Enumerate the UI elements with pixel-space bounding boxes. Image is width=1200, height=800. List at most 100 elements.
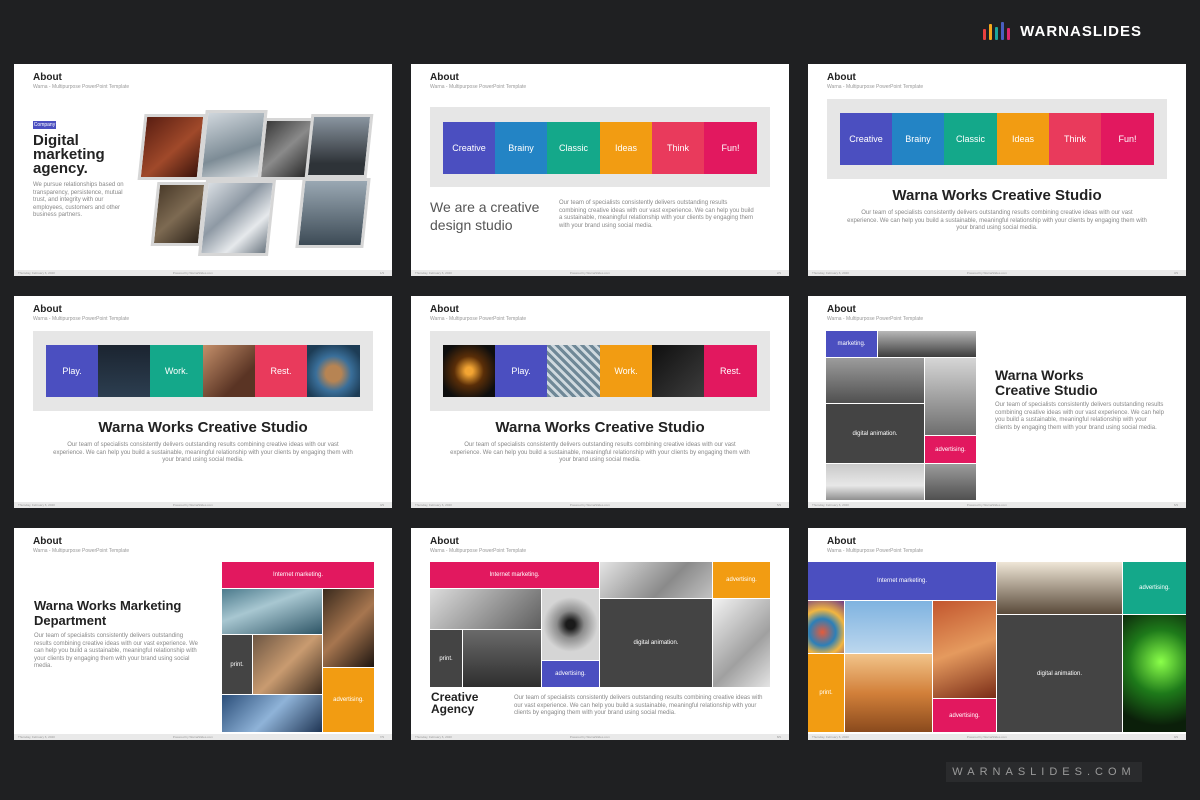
tile-fun: Fun! <box>1101 113 1154 165</box>
photo-landscape <box>295 178 371 248</box>
slide-footer: Thursday, February 6, 2020 Powered by War… <box>14 734 392 740</box>
slide-subtitle: Warna - Multipurpose PowerPoint Template <box>430 316 527 322</box>
tile-internet-marketing: Internet marketing. <box>430 562 599 588</box>
tile-work: Work. <box>150 345 203 397</box>
photo-book <box>600 562 712 598</box>
tile-digital-animation: digital animation. <box>997 615 1122 732</box>
photo-hand-silhouette <box>997 562 1122 614</box>
tile-advertising-2: advertising. <box>542 661 599 687</box>
slide-footer: Thursday, February 6, 2020 Powered by War… <box>411 502 789 508</box>
photo-tree <box>925 464 976 500</box>
tile-classic: Classic <box>944 113 997 165</box>
tile-classic: Classic <box>547 122 600 174</box>
photo-man-window <box>925 358 976 435</box>
slide-2[interactable]: About Warna - Multipurpose PowerPoint Te… <box>411 64 789 276</box>
slide-heading: Creative Agency <box>431 690 479 716</box>
tile-play: Play. <box>495 345 547 397</box>
tile-digital-animation: digital animation. <box>600 599 712 687</box>
slide-title: About <box>33 304 62 315</box>
tile-print: print. <box>222 635 252 694</box>
photo-balloon <box>826 464 924 500</box>
slide-6[interactable]: About Warna - Multipurpose PowerPoint Te… <box>808 296 1186 508</box>
tile-work: Work. <box>600 345 652 397</box>
slide-title: About <box>827 536 856 547</box>
photo-neon <box>443 345 495 397</box>
photo-wood <box>137 114 207 180</box>
photo-city <box>222 589 322 634</box>
slide-text: Our team of specialists consistently del… <box>53 442 353 463</box>
slide-text: Our team of specialists consistently del… <box>450 442 750 463</box>
photo-coffee-cup <box>307 345 360 397</box>
photo-coffee <box>198 110 268 180</box>
tile-rest: Rest. <box>704 345 757 397</box>
tile-advertising-2: advertising. <box>933 699 996 732</box>
slide-text: We pursue relationships based on transpa… <box>33 182 124 218</box>
tile-marketing: marketing. <box>826 331 877 357</box>
tile-ideas: Ideas <box>997 113 1049 165</box>
photo-misty-hills <box>878 331 976 357</box>
slide-title: About <box>430 536 459 547</box>
slide-subtitle: Warna - Multipurpose PowerPoint Template <box>430 84 527 90</box>
tile-digital-animation: digital animation. <box>826 404 924 463</box>
photo-plant <box>150 182 208 246</box>
slide-heading: Warna Works Creative Studio <box>892 187 1102 204</box>
slide-text: Our team of specialists consistently del… <box>34 633 198 669</box>
photo-concert <box>1123 615 1186 732</box>
slide-title: About <box>827 304 856 315</box>
slide-5[interactable]: About Warna - Multipurpose PowerPoint Te… <box>411 296 789 508</box>
slide-footer: Thursday, February 6, 2020 Powered by War… <box>411 734 789 740</box>
slide-9[interactable]: About Warna - Multipurpose PowerPoint Te… <box>808 528 1186 740</box>
photo-suit <box>463 630 541 687</box>
tile-print: print. <box>808 654 844 732</box>
slide-title: About <box>827 72 856 83</box>
photo-kites <box>845 601 932 653</box>
slide-text: Our team of specialists consistently del… <box>847 210 1147 231</box>
tile-internet-marketing: Internet marketing. <box>222 562 374 588</box>
slide-subtitle: Warna - Multipurpose PowerPoint Template <box>827 316 924 322</box>
photo-man <box>253 635 322 694</box>
slide-footer: Thursday, February 6, 2020 Powered by War… <box>14 502 392 508</box>
photo-fence <box>547 345 600 397</box>
slide-title: About <box>430 304 459 315</box>
slide-footer: Thursday, February 6, 2020 Powered by War… <box>411 270 789 276</box>
photo-code <box>98 345 150 397</box>
photo-telephone <box>713 599 770 687</box>
photo-carnival <box>808 601 844 653</box>
slide-heading: We are a creative design studio <box>430 199 540 233</box>
slide-8[interactable]: About Warna - Multipurpose PowerPoint Te… <box>411 528 789 740</box>
slide-heading: Warna Works Creative Studio <box>495 419 705 436</box>
slide-subtitle: Warna - Multipurpose PowerPoint Template <box>827 84 924 90</box>
slide-7[interactable]: About Warna - Multipurpose PowerPoint Te… <box>14 528 392 740</box>
slide-4[interactable]: About Warna - Multipurpose PowerPoint Te… <box>14 296 392 508</box>
slide-heading: Digital marketing agency. <box>33 132 105 177</box>
tile-fun: Fun! <box>704 122 757 174</box>
photo-cliffs <box>826 358 924 403</box>
slide-footer: Thursday, February 6, 2020 Powered by War… <box>14 270 392 276</box>
slide-text: Our team of specialists consistently del… <box>559 200 754 229</box>
brand-name: WARNASLIDES <box>1020 22 1142 40</box>
slide-text: Our team of specialists consistently del… <box>995 402 1164 431</box>
tile-play: Play. <box>46 345 98 397</box>
slide-1[interactable]: About Warna - Multipurpose PowerPoint Te… <box>14 64 392 276</box>
tile-rest: Rest. <box>255 345 307 397</box>
tile-brainy: Brainy <box>892 113 944 165</box>
slide-heading: Warna Works Creative Studio <box>995 367 1098 398</box>
slide-subtitle: Warna - Multipurpose PowerPoint Template <box>827 548 924 554</box>
slide-subtitle: Warna - Multipurpose PowerPoint Template <box>33 316 130 322</box>
footer-url: WARNASLIDES.COM <box>946 762 1142 782</box>
tile-creative: Creative <box>443 122 495 174</box>
tile-internet-marketing: Internet marketing. <box>808 562 996 600</box>
slide-title: About <box>430 72 459 83</box>
brand-bars-icon <box>983 22 1011 40</box>
tile-print: print. <box>430 630 462 687</box>
slide-3[interactable]: About Warna - Multipurpose PowerPoint Te… <box>808 64 1186 276</box>
photo-desert <box>845 654 932 732</box>
slide-heading: Warna Works Marketing Department <box>34 598 182 628</box>
slide-subtitle: Warna - Multipurpose PowerPoint Template <box>33 548 130 554</box>
photo-dark <box>652 345 704 397</box>
photo-keyboard <box>430 589 541 629</box>
slide-footer: Thursday, February 6, 2020 Powered by War… <box>808 734 1186 740</box>
photo-eye <box>542 589 599 660</box>
slide-text: Our team of specialists consistently del… <box>514 695 763 716</box>
tile-think: Think <box>1049 113 1101 165</box>
